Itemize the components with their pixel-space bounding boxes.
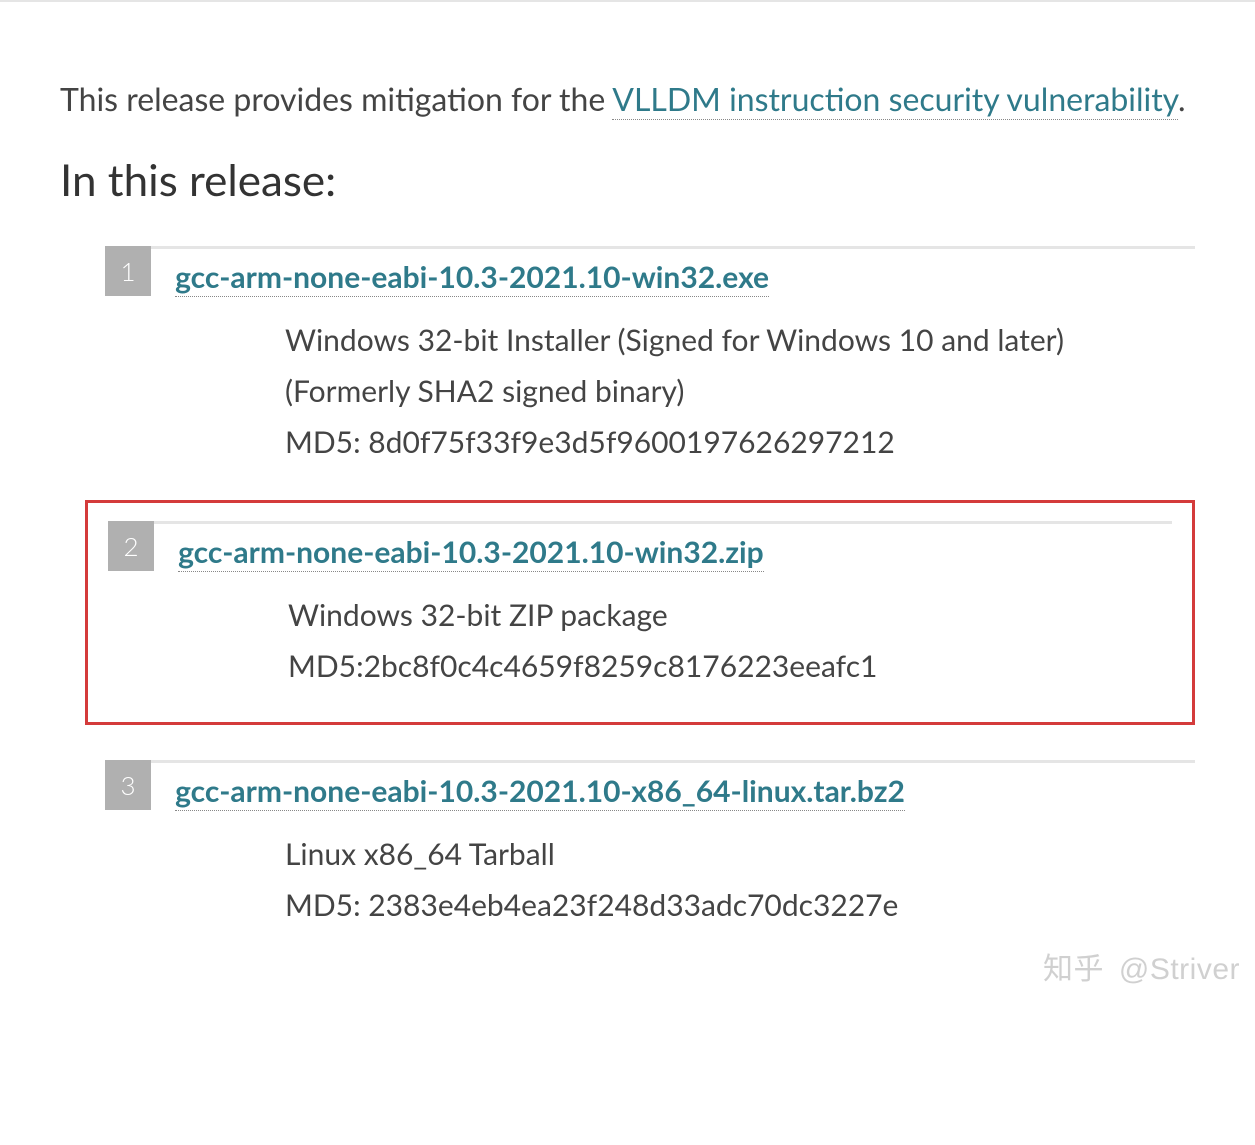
item-desc-text: Linux x86_64 Tarball [285, 829, 1195, 880]
item-number: 1 [105, 246, 151, 296]
download-link-win32-exe[interactable]: gcc-arm-none-eabi-10.3-2021.10-win32.exe [175, 259, 769, 297]
download-item-highlighted: 2 gcc-arm-none-eabi-10.3-2021.10-win32.z… [85, 500, 1195, 725]
download-item: 3 gcc-arm-none-eabi-10.3-2021.10-x86_64-… [105, 760, 1195, 931]
item-number: 2 [108, 521, 154, 571]
intro-paragraph: This release provides mitigation for the… [60, 74, 1195, 124]
item-description: Windows 32-bit ZIP package MD5:2bc8f0c4c… [288, 590, 1172, 692]
download-link-win32-zip[interactable]: gcc-arm-none-eabi-10.3-2021.10-win32.zip [178, 534, 764, 572]
item-desc-text: Windows 32-bit ZIP package [288, 590, 1172, 641]
item-md5: MD5: 8d0f75f33f9e3d5f9600197626297212 [285, 417, 1195, 468]
release-page: This release provides mitigation for the… [0, 0, 1255, 996]
item-md5: MD5:2bc8f0c4c4659f8259c8176223eeafc1 [288, 641, 1172, 692]
intro-suffix: . [1178, 79, 1186, 118]
item-description: Linux x86_64 Tarball MD5: 2383e4eb4ea23f… [285, 829, 1195, 931]
watermark: 知乎 @Striver [1043, 944, 1240, 988]
download-item: 1 gcc-arm-none-eabi-10.3-2021.10-win32.e… [105, 246, 1195, 468]
download-link-linux-tarball[interactable]: gcc-arm-none-eabi-10.3-2021.10-x86_64-li… [175, 773, 905, 811]
watermark-logo: 知乎 [1043, 953, 1104, 986]
intro-prefix: This release provides mitigation for the [60, 79, 612, 118]
vulnerability-link[interactable]: VLLDM instruction security vulnerability [612, 79, 1178, 120]
section-heading: In this release: [60, 154, 1195, 206]
item-desc-text: Windows 32-bit Installer (Signed for Win… [285, 315, 1195, 417]
item-description: Windows 32-bit Installer (Signed for Win… [285, 315, 1195, 468]
item-number: 3 [105, 760, 151, 810]
watermark-author: @Striver [1119, 953, 1240, 986]
item-md5: MD5: 2383e4eb4ea23f248d33adc70dc3227e [285, 880, 1195, 931]
